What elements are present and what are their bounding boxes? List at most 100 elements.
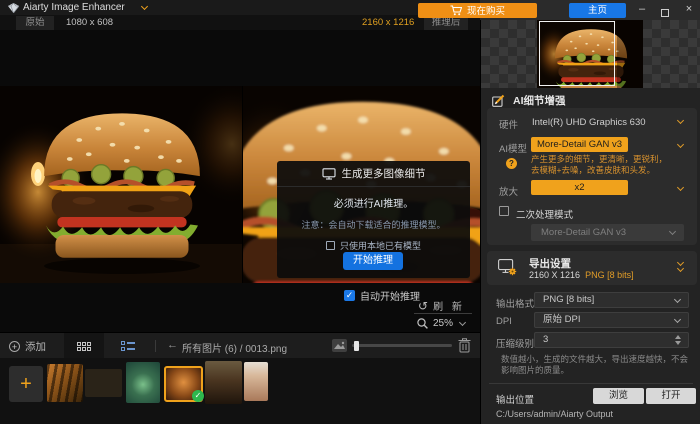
tab-result[interactable]: 推理后 bbox=[424, 16, 468, 30]
format-label: 输出格式 bbox=[496, 299, 535, 310]
maximize-button[interactable] bbox=[657, 5, 673, 17]
close-button[interactable]: × bbox=[681, 0, 697, 18]
format-chevron-icon bbox=[673, 295, 682, 304]
breadcrumb: 所有图片 (6) / 0013.png bbox=[182, 344, 288, 355]
output-path: C:/Users/admin/Aiarty Output bbox=[496, 409, 614, 419]
local-model-checkbox[interactable] bbox=[325, 241, 335, 250]
export-settings-icon bbox=[498, 259, 517, 276]
ai-enhance-icon bbox=[492, 94, 505, 107]
second-pass-model-value: More-Detail GAN v3 bbox=[541, 227, 626, 238]
result-size-label: 2160 x 1216 bbox=[362, 17, 415, 28]
dialog-note: 注意：会自动下载适合的推理模型。 bbox=[301, 220, 446, 230]
thumbnail-portrait[interactable] bbox=[244, 362, 268, 401]
navigator-viewport-rect[interactable] bbox=[539, 21, 615, 86]
spinner-arrows-icon[interactable] bbox=[675, 335, 681, 345]
compression-hint-line2: 影响图片的质量。 bbox=[501, 365, 570, 375]
model-help-icon[interactable]: ? bbox=[506, 158, 517, 169]
list-view-tab[interactable] bbox=[108, 333, 148, 359]
image-navigator[interactable] bbox=[481, 20, 700, 88]
add-thumbnail-button[interactable]: + bbox=[9, 366, 43, 402]
bottom-toolbar: + 添加 ← 所有图片 (6) / 0013.png bbox=[0, 332, 480, 359]
app-logo-icon bbox=[8, 3, 19, 13]
export-expand-icon[interactable] bbox=[676, 258, 685, 273]
second-pass-model-dropdown: More-Detail GAN v3 bbox=[531, 224, 684, 241]
second-pass-checkbox[interactable] bbox=[499, 206, 509, 216]
original-photo-burger bbox=[0, 86, 243, 283]
back-arrow-icon[interactable]: ← bbox=[167, 339, 178, 351]
browse-button[interactable]: 浏览 bbox=[593, 388, 644, 404]
app-window: Aiarty Image Enhancer 原始 1080 x 608 2160… bbox=[0, 0, 700, 424]
monitor-icon bbox=[321, 167, 336, 180]
thumbnail-terrarium[interactable] bbox=[126, 362, 160, 403]
model-chevron-icon[interactable] bbox=[676, 140, 685, 149]
compression-value: 3 bbox=[543, 334, 549, 345]
thumbnail-size-slider[interactable] bbox=[352, 340, 452, 351]
format-dropdown[interactable]: PNG [8 bits] bbox=[534, 292, 689, 308]
local-model-option[interactable]: 只使用本地已有模型 bbox=[277, 239, 470, 252]
hardware-chevron-icon[interactable] bbox=[676, 116, 685, 125]
model-dropdown[interactable]: More-Detail GAN v3 bbox=[531, 137, 628, 152]
minimize-button[interactable]: – bbox=[634, 0, 650, 18]
original-size-label: 1080 x 608 bbox=[66, 17, 114, 28]
magnifier-icon bbox=[417, 318, 428, 329]
export-summary-format: PNG [8 bits] bbox=[585, 270, 634, 280]
grid-view-icon bbox=[77, 341, 91, 351]
tab-original[interactable]: 原始 bbox=[16, 16, 54, 30]
export-settings-box[interactable]: 导出设置 2160 X 1216 PNG [8 bits] bbox=[487, 251, 697, 285]
export-title: 导出设置 bbox=[529, 258, 571, 270]
export-summary: 2160 X 1216 PNG [8 bits] bbox=[529, 270, 634, 280]
hardware-value: Intel(R) UHD Graphics 630 bbox=[532, 117, 646, 128]
add-label: 添加 bbox=[25, 341, 46, 353]
add-circle-icon: + bbox=[9, 341, 20, 352]
dpi-dropdown[interactable]: 原始 DPI bbox=[534, 312, 689, 328]
auto-start-option[interactable]: ✓ 自动开始推理 bbox=[344, 288, 420, 303]
zoom-chevron-icon[interactable] bbox=[458, 318, 467, 327]
ai-inference-dialog: 生成更多图像细节 必须进行AI推理。 注意：会自动下载适合的推理模型。 只使用本… bbox=[277, 161, 470, 278]
format-value: PNG [8 bits] bbox=[543, 294, 595, 305]
thumbnail-tiger[interactable] bbox=[47, 364, 83, 402]
dpi-chevron-icon bbox=[673, 315, 682, 324]
dialog-title: 生成更多图像细节 bbox=[341, 168, 426, 180]
refresh-control[interactable]: ↺ 刷 新 bbox=[418, 298, 465, 314]
auto-start-checkbox[interactable]: ✓ bbox=[344, 290, 355, 301]
dialog-subtitle: 必须进行AI推理。 bbox=[333, 199, 414, 210]
thumbnail-butterfly[interactable] bbox=[85, 369, 122, 397]
slider-handle[interactable] bbox=[354, 340, 359, 351]
thumbnail-strip: + ✓ bbox=[0, 358, 480, 424]
controls-divider bbox=[414, 313, 472, 314]
thumbnail-size-icon bbox=[332, 339, 347, 352]
grid-view-tab[interactable] bbox=[64, 333, 104, 359]
app-menu-chevron-icon[interactable] bbox=[140, 2, 149, 11]
dialog-header: 生成更多图像细节 bbox=[277, 161, 470, 187]
preview-canvas[interactable]: 生成更多图像细节 必须进行AI推理。 注意：会自动下载适合的推理模型。 只使用本… bbox=[0, 30, 480, 332]
home-button[interactable]: 主页 bbox=[569, 3, 626, 18]
app-title: Aiarty Image Enhancer bbox=[23, 2, 125, 13]
ai-section-title: AI细节增强 bbox=[513, 95, 566, 107]
dpi-label: DPI bbox=[496, 316, 512, 327]
refresh-label: 刷 新 bbox=[433, 302, 465, 313]
local-model-label: 只使用本地已有模型 bbox=[339, 241, 421, 251]
open-button[interactable]: 打开 bbox=[646, 388, 696, 404]
output-location-label: 输出位置 bbox=[496, 395, 535, 406]
second-pass-chevron-icon bbox=[668, 227, 677, 236]
title-bar: Aiarty Image Enhancer bbox=[0, 0, 480, 15]
scale-chevron-icon[interactable] bbox=[676, 183, 685, 192]
buy-now-button[interactable]: 现在购买 bbox=[418, 2, 537, 18]
trash-icon[interactable] bbox=[458, 338, 471, 353]
list-view-icon bbox=[121, 341, 135, 351]
add-images-button[interactable]: + 添加 bbox=[9, 339, 46, 354]
model-label: AI模型 bbox=[499, 144, 527, 155]
second-pass-label: 二次处理模式 bbox=[516, 210, 574, 221]
zoom-level-value: 25% bbox=[433, 318, 454, 329]
cart-icon bbox=[450, 4, 462, 15]
start-inference-button[interactable]: 开始推理 bbox=[343, 252, 403, 270]
output-divider bbox=[489, 383, 693, 384]
refresh-icon: ↺ bbox=[418, 298, 429, 313]
hardware-label: 硬件 bbox=[499, 120, 519, 131]
thumbnail-dog[interactable] bbox=[205, 361, 242, 404]
compression-spinner[interactable]: 3 bbox=[534, 332, 689, 348]
scale-dropdown[interactable]: x2 bbox=[531, 180, 628, 195]
ai-settings-box: 硬件 Intel(R) UHD Graphics 630 AI模型 More-D… bbox=[487, 108, 697, 245]
zoom-control[interactable]: 25% bbox=[416, 317, 467, 330]
auto-start-label: 自动开始推理 bbox=[360, 292, 420, 303]
